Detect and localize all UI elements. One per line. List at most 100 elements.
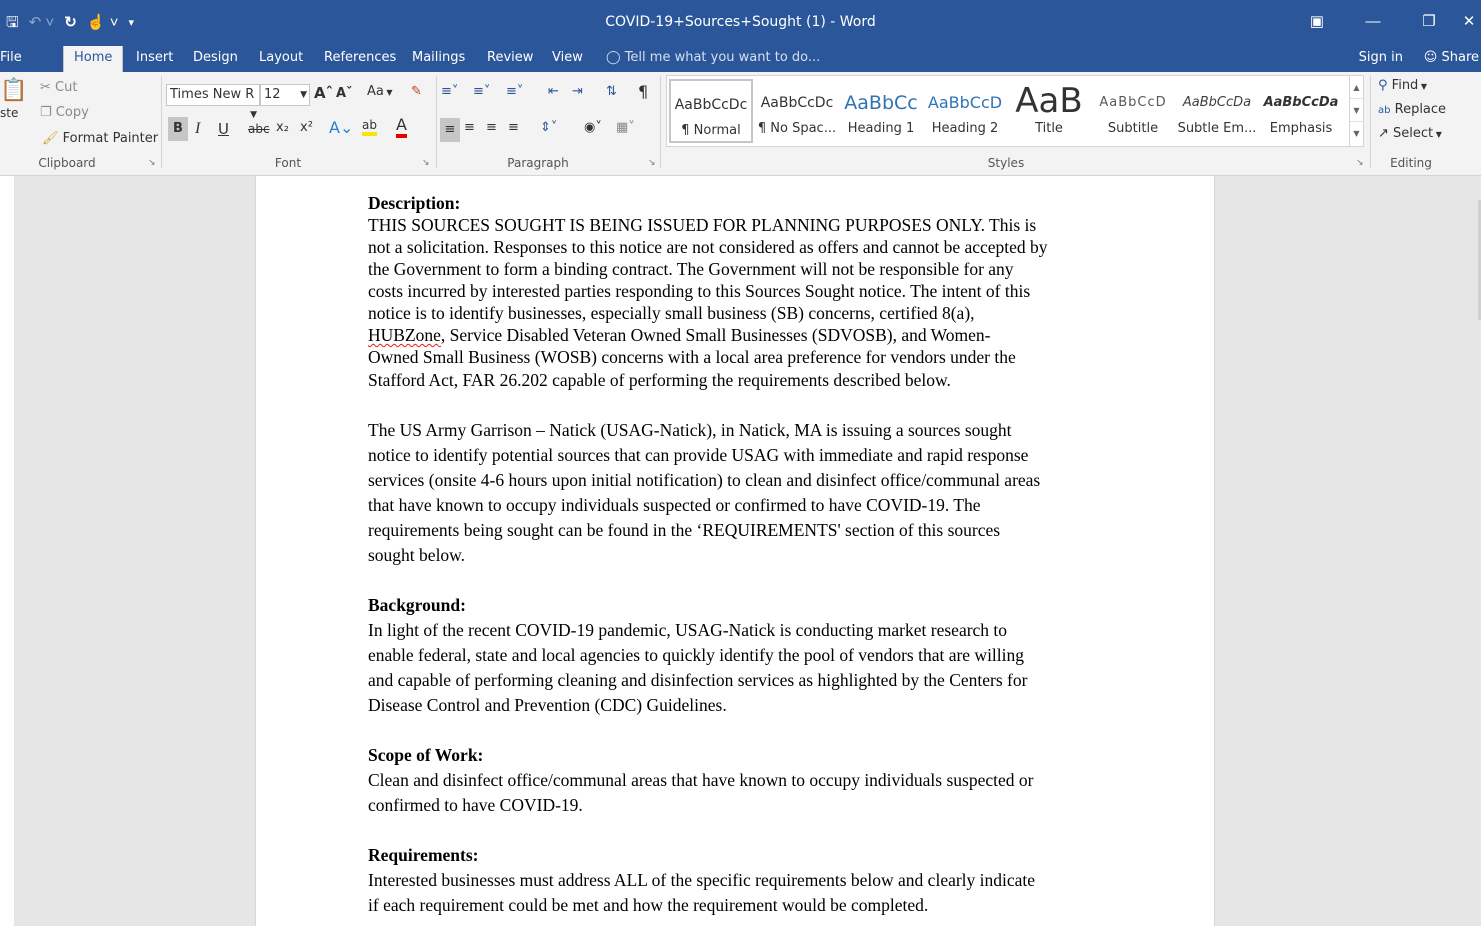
italic-button[interactable]: I xyxy=(195,120,200,138)
scroll-down-icon[interactable]: ▼ xyxy=(1350,99,1363,122)
paragraph-launcher-icon[interactable]: ↘ xyxy=(648,158,656,168)
replace-button[interactable]: ab Replace xyxy=(1378,102,1446,117)
paragraph-line: not a solicitation. Responses to this no… xyxy=(368,237,1048,257)
clear-formatting-icon[interactable]: ✎ xyxy=(411,84,422,99)
numbering-icon[interactable]: ≡˅ xyxy=(473,84,490,99)
font-name-box[interactable]: Times New R ▼ xyxy=(166,84,260,120)
magnifier-icon: ⚲ xyxy=(1378,78,1388,93)
style-heading-1[interactable]: AaBbCc Heading 1 xyxy=(839,79,923,143)
document-page[interactable]: Description: THIS SOURCES SOUGHT IS BEIN… xyxy=(255,176,1215,926)
copy-button[interactable]: ❐ Copy xyxy=(40,105,89,120)
increase-indent-icon[interactable]: ⇥ xyxy=(572,84,583,99)
format-painter-button[interactable]: 🖌 Format Painter xyxy=(42,131,158,146)
font-launcher-icon[interactable]: ↘ xyxy=(422,158,430,168)
style-name: ¶ No Spac... xyxy=(757,121,837,136)
cut-button[interactable]: ✂ Cut xyxy=(40,80,77,95)
paragraph-line: The US Army Garrison – Natick (USAG-Nati… xyxy=(368,420,1012,440)
group-divider xyxy=(161,76,162,168)
bullets-icon[interactable]: ≡˅ xyxy=(441,84,458,99)
restore-icon[interactable]: ❐ xyxy=(1401,8,1457,36)
document-body[interactable]: Description: THIS SOURCES SOUGHT IS BEIN… xyxy=(368,192,1108,918)
underline-button[interactable]: U xyxy=(218,120,229,138)
clipboard-group-label: Clipboard xyxy=(38,156,96,170)
close-icon[interactable]: ✕ xyxy=(1457,8,1481,36)
minimize-icon[interactable]: — xyxy=(1345,8,1401,36)
paragraph-line: Stafford Act, FAR 26.202 capable of perf… xyxy=(368,370,951,390)
style-subtle-emphasis[interactable]: AaBbCcDa Subtle Em... xyxy=(1175,79,1259,143)
decrease-indent-icon[interactable]: ⇤ xyxy=(548,84,559,99)
paragraph-line: notice is to identify businesses, especi… xyxy=(368,303,975,323)
paragraph-line: THIS SOURCES SOUGHT IS BEING ISSUED FOR … xyxy=(368,215,1037,235)
align-left-icon[interactable]: ≡ xyxy=(440,118,460,142)
description-heading: Description: xyxy=(368,193,461,213)
paste-label[interactable]: ste xyxy=(0,106,18,120)
grow-font-icon[interactable]: Aˆ xyxy=(314,84,333,102)
scroll-up-icon[interactable]: ▲ xyxy=(1350,76,1363,99)
spelling-error-word[interactable]: HUBZone xyxy=(368,325,441,345)
ribbon-display-options-icon[interactable]: ▣ xyxy=(1289,8,1345,36)
highlight-button[interactable]: ab xyxy=(362,118,377,136)
paragraph-line: In light of the recent COVID-19 pandemic… xyxy=(368,620,1008,640)
font-color-button[interactable]: A xyxy=(396,116,407,138)
window-controls: ▣ — ❐ ✕ xyxy=(1289,8,1481,36)
paragraph-line: confirmed to have COVID-19. xyxy=(368,795,583,815)
style-heading-2[interactable]: AaBbCcD Heading 2 xyxy=(923,79,1007,143)
tab-file[interactable]: File xyxy=(0,46,32,72)
shading-icon[interactable]: ◉˅ xyxy=(584,120,602,135)
show-formatting-button[interactable]: ¶ xyxy=(638,82,648,101)
superscript-button[interactable]: x² xyxy=(300,120,313,135)
requirements-heading: Requirements: xyxy=(368,845,479,865)
justify-icon[interactable]: ≡ xyxy=(508,120,519,135)
line-spacing-icon[interactable]: ⇕˅ xyxy=(540,120,557,135)
paragraph-line: enable federal, state and local agencies… xyxy=(368,645,1025,665)
multilevel-list-icon[interactable]: ≡˅ xyxy=(506,84,523,99)
text-effects-icon[interactable]: A⌄ xyxy=(329,118,353,137)
style-normal[interactable]: AaBbCcDc ¶ Normal xyxy=(669,79,753,143)
style-sample: AaBbCcDa xyxy=(1263,95,1339,110)
lightbulb-icon: ◯ xyxy=(606,50,621,65)
tab-insert[interactable]: Insert xyxy=(126,46,183,72)
styles-launcher-icon[interactable]: ↘ xyxy=(1356,158,1364,168)
tab-layout[interactable]: Layout xyxy=(249,46,313,72)
more-styles-icon[interactable]: ▼ xyxy=(1350,122,1363,145)
select-button[interactable]: ↗ Select ▼ xyxy=(1378,126,1442,141)
paragraph-line: requirements being sought can be found i… xyxy=(368,520,1001,540)
borders-icon[interactable]: ▦˅ xyxy=(616,120,635,135)
strikethrough-button[interactable]: abc xyxy=(248,122,270,136)
style-subtitle[interactable]: AaBbCcD Subtitle xyxy=(1091,79,1175,143)
scissors-icon: ✂ xyxy=(40,80,51,95)
align-right-icon[interactable]: ≡ xyxy=(486,120,497,135)
tab-mailings[interactable]: Mailings xyxy=(402,46,475,72)
change-case-button[interactable]: Aa ▼ xyxy=(367,84,393,99)
tab-home[interactable]: Home xyxy=(63,46,124,72)
style-no-spacing[interactable]: AaBbCcDc ¶ No Spac... xyxy=(755,79,839,143)
chevron-down-icon[interactable]: ▼ xyxy=(300,85,309,105)
style-title[interactable]: AaB Title xyxy=(1007,79,1091,143)
paragraph-line: Clean and disinfect office/communal area… xyxy=(368,770,1034,790)
font-size-value: 12 xyxy=(264,87,281,102)
paragraph-line: Owned Small Business (WOSB) concerns wit… xyxy=(368,347,1016,367)
paragraph-group-label: Paragraph xyxy=(507,156,569,170)
tell-me-box[interactable]: ◯ Tell me what you want to do... xyxy=(606,46,820,70)
paste-icon[interactable]: 📋 xyxy=(0,78,27,103)
styles-gallery-scroll: ▲ ▼ ▼ xyxy=(1349,76,1363,146)
tab-references[interactable]: References xyxy=(314,46,406,72)
clipboard-launcher-icon[interactable]: ↘ xyxy=(148,158,156,168)
bold-button[interactable]: B xyxy=(168,117,188,141)
sort-icon[interactable]: ⇅ xyxy=(606,84,617,99)
font-size-box[interactable]: 12 ▼ xyxy=(260,84,310,106)
align-center-icon[interactable]: ≡ xyxy=(464,120,475,135)
shrink-font-icon[interactable]: Aˇ xyxy=(336,86,353,101)
tab-design[interactable]: Design xyxy=(183,46,248,72)
tab-review[interactable]: Review xyxy=(477,46,543,72)
editing-group-label: Editing xyxy=(1390,156,1432,170)
subscript-button[interactable]: x₂ xyxy=(276,120,289,135)
sign-in-link[interactable]: Sign in xyxy=(1359,46,1403,70)
tab-view[interactable]: View xyxy=(542,46,593,72)
find-button[interactable]: ⚲ Find ▼ xyxy=(1378,78,1427,93)
style-name: Subtitle xyxy=(1107,121,1159,136)
style-name: Subtle Em... xyxy=(1177,121,1257,136)
share-button[interactable]: ☺ Share xyxy=(1424,46,1479,70)
style-emphasis[interactable]: AaBbCcDa Emphasis xyxy=(1259,79,1343,143)
